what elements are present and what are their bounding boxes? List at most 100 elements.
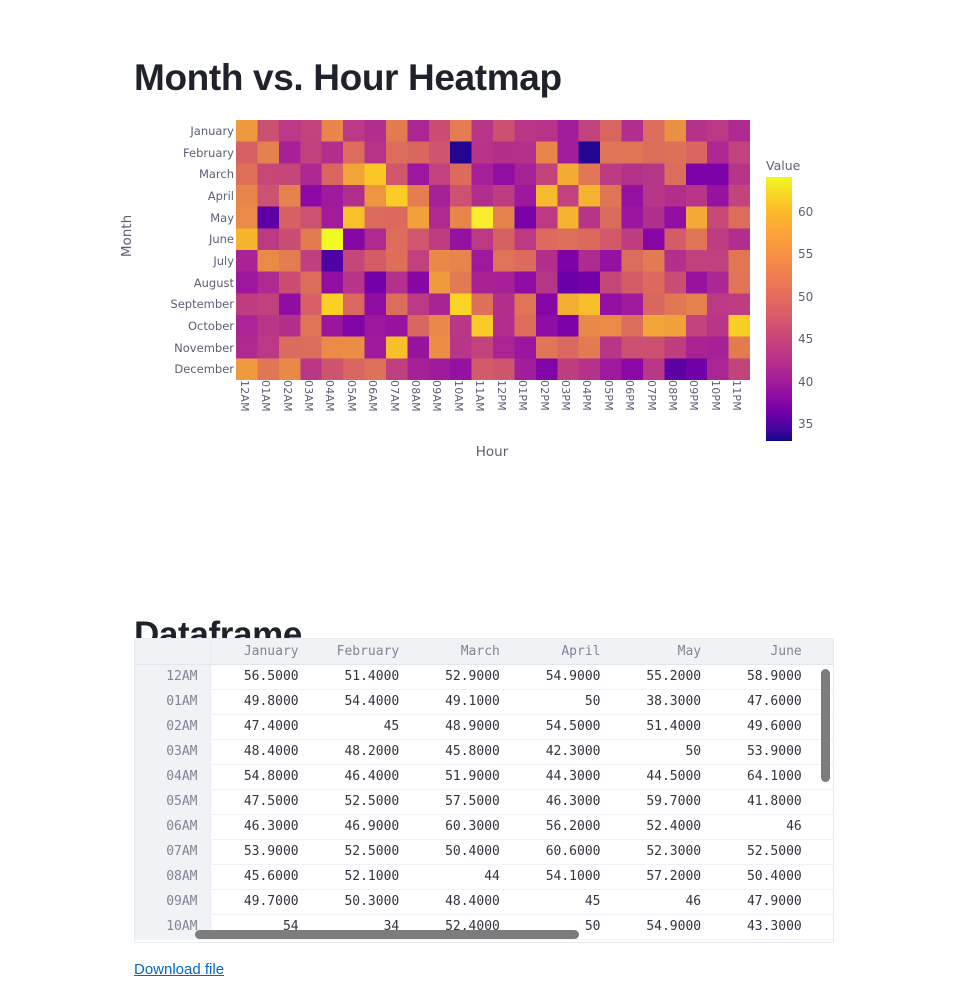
heatmap-cell[interactable] (535, 120, 558, 143)
heatmap-cell[interactable] (236, 293, 259, 316)
heatmap-cell[interactable] (428, 163, 451, 186)
heatmap-cell[interactable] (278, 336, 301, 359)
heatmap-cell[interactable] (428, 358, 451, 380)
column-header[interactable]: April (511, 639, 613, 665)
heatmap-cell[interactable] (685, 250, 708, 273)
heatmap-cell[interactable] (257, 206, 280, 229)
table-row[interactable]: 06AM 46.3000 46.9000 60.3000 56.2000 52.4000 4… (135, 814, 833, 840)
table-cell[interactable]: 46.3000 (210, 814, 311, 840)
heatmap-cell[interactable] (728, 358, 750, 380)
heatmap-cell[interactable] (321, 271, 344, 294)
heatmap-cell[interactable] (450, 120, 473, 143)
heatmap-cell[interactable] (450, 206, 473, 229)
heatmap-cell[interactable] (471, 315, 494, 338)
heatmap-cell[interactable] (664, 271, 687, 294)
table-row[interactable]: 12AM 56.5000 51.4000 52.9000 54.9000 55.2000 5… (135, 664, 833, 690)
heatmap-cell[interactable] (600, 293, 623, 316)
heatmap-cell[interactable] (621, 336, 644, 359)
heatmap-cell[interactable] (407, 315, 430, 338)
heatmap-cell[interactable] (685, 336, 708, 359)
heatmap-cell[interactable] (642, 293, 665, 316)
heatmap-cell[interactable] (493, 250, 516, 273)
heatmap-cell[interactable] (278, 206, 301, 229)
heatmap-cell[interactable] (557, 336, 580, 359)
heatmap-cell[interactable] (578, 315, 601, 338)
heatmap-cell[interactable] (300, 141, 323, 164)
table-row[interactable]: 03AM 48.4000 48.2000 45.8000 42.3000 50 53.900… (135, 739, 833, 765)
table-cell[interactable]: 57.2000 (612, 864, 714, 890)
heatmap-cell[interactable] (685, 120, 708, 143)
heatmap-cell[interactable] (407, 206, 430, 229)
table-cell[interactable]: 53.9000 (210, 839, 311, 865)
heatmap-cell[interactable] (407, 336, 430, 359)
heatmap-cell[interactable] (257, 141, 280, 164)
heatmap-cell[interactable] (600, 271, 623, 294)
heatmap-cell[interactable] (385, 163, 408, 186)
heatmap-cell[interactable] (621, 228, 644, 251)
table-cell[interactable]: 52.5000 (310, 839, 412, 865)
table-cell[interactable]: 45 (310, 714, 412, 740)
heatmap-cell[interactable] (642, 271, 665, 294)
column-header[interactable]: June (713, 639, 814, 665)
heatmap-cell[interactable] (728, 185, 750, 208)
horizontal-scrollbar-thumb[interactable] (195, 930, 579, 939)
heatmap-cell[interactable] (707, 120, 730, 143)
heatmap-cell[interactable] (450, 163, 473, 186)
heatmap-cell[interactable] (300, 163, 323, 186)
heatmap-cell[interactable] (257, 250, 280, 273)
heatmap-cell[interactable] (664, 141, 687, 164)
heatmap-cell[interactable] (300, 185, 323, 208)
heatmap-cell[interactable] (300, 250, 323, 273)
dataframe-scroll-area[interactable]: JanuaryFebruaryMarchAprilMayJuneJulyAugu… (135, 639, 833, 942)
heatmap-cell[interactable] (343, 120, 366, 143)
table-cell[interactable]: 56.2000 (511, 814, 613, 840)
heatmap-cell[interactable] (728, 120, 750, 143)
heatmap-cell[interactable] (343, 185, 366, 208)
table-cell[interactable]: 45.8000 (411, 739, 512, 765)
heatmap-cell[interactable] (321, 163, 344, 186)
heatmap-cell[interactable] (471, 293, 494, 316)
table-cell[interactable]: 45 (511, 889, 613, 915)
heatmap-cell[interactable] (728, 250, 750, 273)
table-cell[interactable]: 52.5000 (310, 789, 412, 815)
heatmap-cell[interactable] (578, 358, 601, 380)
heatmap-cell[interactable] (385, 315, 408, 338)
heatmap-cell[interactable] (514, 120, 537, 143)
heatmap-cell[interactable] (578, 185, 601, 208)
heatmap-cell[interactable] (321, 358, 344, 380)
heatmap-cell[interactable] (728, 206, 750, 229)
heatmap-cell[interactable] (236, 120, 259, 143)
table-cell[interactable]: 60.6000 (511, 839, 613, 865)
heatmap-cell[interactable] (300, 293, 323, 316)
heatmap-cell[interactable] (343, 271, 366, 294)
table-cell[interactable]: 50.3000 (310, 889, 412, 915)
table-row[interactable]: 07AM 53.9000 52.5000 50.4000 60.6000 52.3000 5… (135, 839, 833, 865)
heatmap-cell[interactable] (321, 228, 344, 251)
heatmap-cell[interactable] (535, 250, 558, 273)
heatmap-cell[interactable] (385, 206, 408, 229)
heatmap-cell[interactable] (300, 271, 323, 294)
column-header[interactable]: May (612, 639, 714, 665)
table-cell[interactable]: 41.8000 (713, 789, 814, 815)
heatmap-cell[interactable] (278, 141, 301, 164)
heatmap-cell[interactable] (407, 228, 430, 251)
heatmap-cell[interactable] (600, 163, 623, 186)
heatmap-cell[interactable] (514, 163, 537, 186)
heatmap-cell[interactable] (300, 228, 323, 251)
heatmap-cell[interactable] (707, 293, 730, 316)
table-cell[interactable]: 49.7000 (210, 889, 311, 915)
heatmap-cell[interactable] (343, 358, 366, 380)
heatmap-cell[interactable] (642, 120, 665, 143)
heatmap-cell[interactable] (471, 250, 494, 273)
heatmap-cell[interactable] (664, 185, 687, 208)
heatmap-cell[interactable] (493, 271, 516, 294)
heatmap-cell[interactable] (557, 315, 580, 338)
heatmap-cell[interactable] (642, 163, 665, 186)
heatmap-cell[interactable] (664, 293, 687, 316)
heatmap-cell[interactable] (385, 250, 408, 273)
table-cell[interactable]: 45.3000 (813, 664, 833, 690)
heatmap-cell[interactable] (557, 141, 580, 164)
heatmap-cell[interactable] (450, 315, 473, 338)
heatmap-cell[interactable] (600, 206, 623, 229)
heatmap-cell[interactable] (321, 206, 344, 229)
